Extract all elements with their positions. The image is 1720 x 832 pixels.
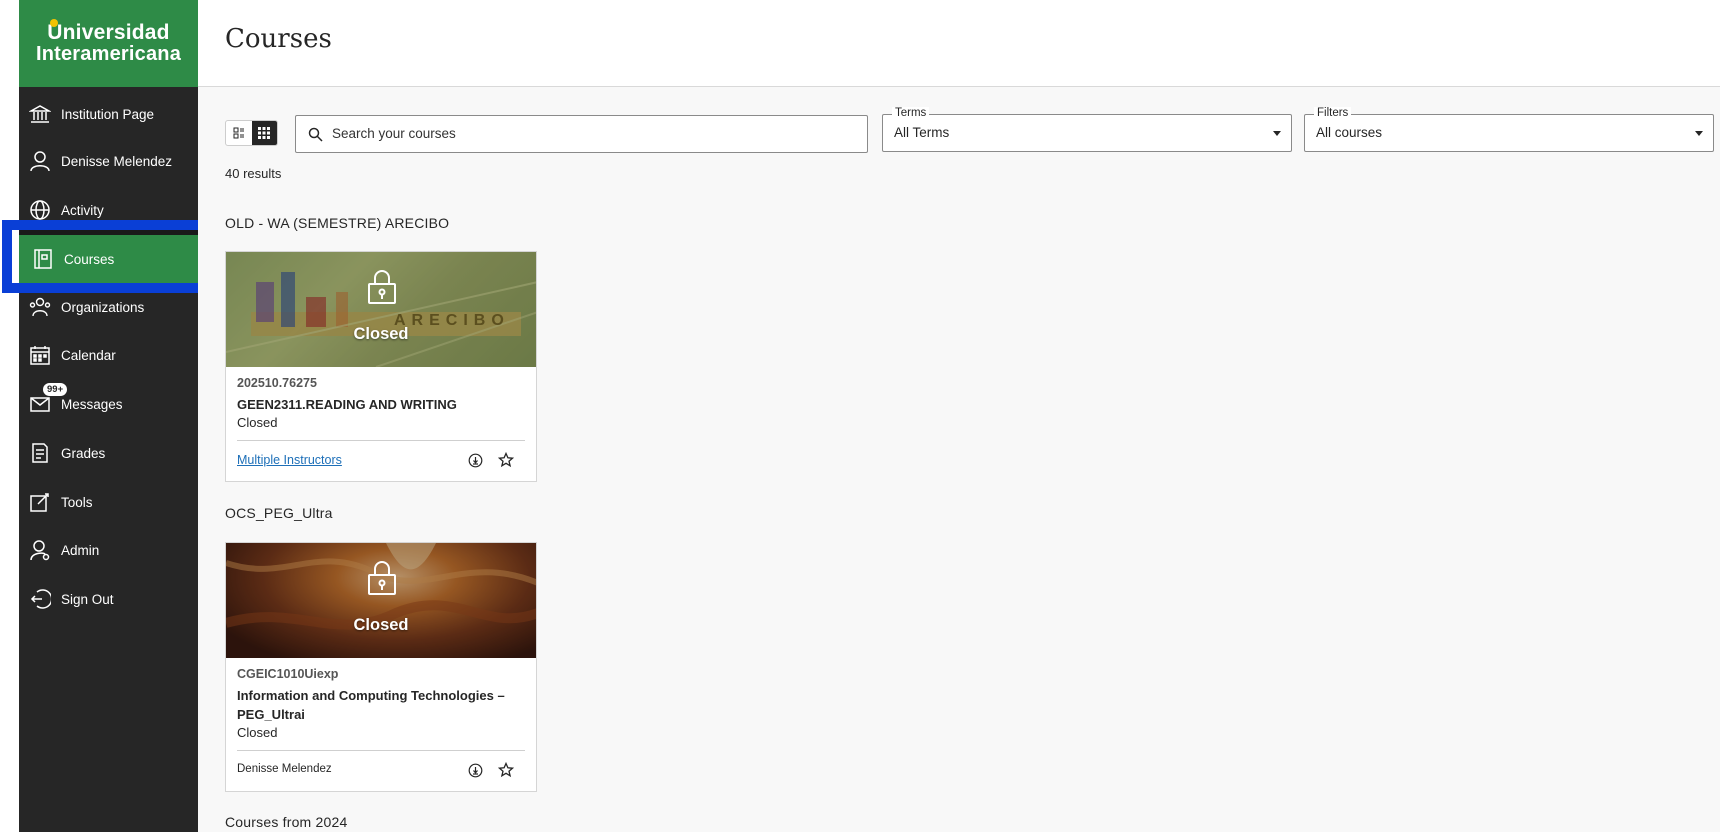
section-title: Courses from 2024	[225, 814, 348, 830]
sidebar-item-admin[interactable]: Admin	[19, 528, 198, 572]
results-count: 40 results	[225, 166, 282, 181]
sidebar-item-calendar[interactable]: Calendar	[19, 333, 198, 377]
info-icon[interactable]	[468, 453, 483, 473]
sidebar-item-messages[interactable]: 99+ Messages	[19, 382, 198, 426]
grid-view-button[interactable]	[251, 121, 277, 145]
favorite-star-icon[interactable]	[497, 451, 515, 473]
sidebar-item-label: Calendar	[61, 347, 116, 363]
grades-icon	[28, 441, 52, 465]
favorite-star-icon[interactable]	[497, 761, 515, 783]
page-header	[198, 0, 1720, 87]
sidebar-item-tools[interactable]: Tools	[19, 480, 198, 524]
instructors-link[interactable]: Multiple Instructors	[237, 453, 342, 467]
search-icon	[308, 127, 323, 147]
app-root: Universidad Interamericana Institution P…	[0, 0, 1720, 832]
sidebar-item-label: Messages	[61, 396, 123, 412]
courses-icon	[31, 247, 55, 271]
calendar-icon	[28, 343, 52, 367]
globe-icon	[28, 198, 52, 222]
brand-line1: Universidad	[47, 20, 170, 44]
section-title: OLD - WA (SEMESTRE) ARECIBO	[225, 215, 450, 231]
sidebar-item-label: Sign Out	[61, 591, 114, 607]
sidebar-item-label: Institution Page	[61, 106, 155, 122]
section-title: OCS_PEG_Ultra	[225, 505, 333, 521]
course-id: CGEIC1010Uiexp	[237, 667, 339, 681]
sidebar-item-grades[interactable]: Grades	[19, 431, 198, 475]
terms-label: Terms	[892, 107, 930, 119]
course-status: Closed	[237, 725, 278, 740]
messages-badge: 99+	[42, 382, 69, 397]
sidebar-item-courses[interactable]: Courses	[19, 229, 198, 289]
card-body: CGEIC1010Uiexp Information and Computing…	[226, 667, 536, 791]
course-id: 202510.76275	[237, 376, 317, 390]
organizations-icon	[28, 295, 52, 319]
closed-overlay-text: Closed	[353, 616, 409, 634]
terms-dropdown[interactable]: Terms All Terms	[882, 107, 1292, 152]
page-title: Courses	[225, 24, 332, 54]
course-image[interactable]: ARECIBO Closed	[226, 252, 536, 367]
closed-overlay-text: Closed	[353, 325, 409, 343]
sidebar-item-institution-page[interactable]: Institution Page	[19, 92, 198, 136]
chevron-down-icon	[1695, 131, 1703, 136]
sidebar-item-label: Denisse Melendez	[61, 153, 173, 169]
card-footer: Denisse Melendez	[237, 751, 525, 791]
messages-icon: 99+	[28, 382, 69, 416]
terms-value: All Terms	[894, 125, 950, 140]
sidebar-item-organizations[interactable]: Organizations	[19, 285, 198, 329]
chevron-down-icon	[1273, 131, 1281, 136]
sidebar-item-label: Grades	[61, 445, 106, 461]
sidebar-item-label: Tools	[61, 494, 93, 510]
card-footer: Multiple Instructors	[237, 441, 525, 481]
brand-line2: Interamericana	[35, 43, 182, 66]
card-body: 202510.76275 GEEN2311.READING AND WRITIN…	[226, 376, 536, 481]
sidebar-item-label: Organizations	[61, 299, 145, 315]
sidebar-item-sign-out[interactable]: Sign Out	[19, 577, 198, 621]
course-name[interactable]: GEEN2311.READING AND WRITING	[237, 395, 525, 414]
course-image[interactable]: Closed	[226, 543, 536, 658]
sidebar: Universidad Interamericana Institution P…	[19, 0, 198, 832]
sidebar-item-label: Admin	[61, 542, 100, 558]
sign-out-icon	[28, 587, 52, 611]
lock-icon	[366, 560, 398, 601]
course-card[interactable]: Closed CGEIC1010Uiexp Information and Co…	[225, 542, 537, 792]
filters-value: All courses	[1316, 125, 1383, 140]
main-content: Courses Search your courses Terms All Te…	[198, 0, 1720, 832]
course-name[interactable]: Information and Computing Technologies –…	[237, 686, 525, 724]
instructor-name: Denisse Melendez	[237, 763, 332, 775]
institution-icon	[28, 102, 52, 126]
filters-dropdown[interactable]: Filters All courses	[1304, 107, 1714, 152]
brand-logo[interactable]: Universidad Interamericana	[19, 0, 198, 87]
filters-label: Filters	[1314, 107, 1352, 119]
sidebar-item-profile[interactable]: Denisse Melendez	[19, 139, 198, 183]
view-toggle	[225, 120, 278, 146]
search-input[interactable]: Search your courses	[295, 115, 868, 153]
tools-icon	[28, 490, 52, 514]
list-view-button[interactable]	[226, 121, 252, 145]
info-icon[interactable]	[468, 763, 483, 783]
sidebar-item-label: Activity	[61, 202, 104, 218]
course-status: Closed	[237, 415, 278, 430]
lock-icon	[366, 269, 398, 310]
user-icon	[28, 149, 52, 173]
course-card[interactable]: ARECIBO Closed 202510.76275 GEEN2311.REA…	[225, 251, 537, 482]
sidebar-item-label: Courses	[64, 251, 115, 267]
sidebar-item-activity[interactable]: Activity	[19, 188, 198, 232]
admin-icon	[28, 538, 52, 562]
search-placeholder: Search your courses	[332, 126, 456, 141]
